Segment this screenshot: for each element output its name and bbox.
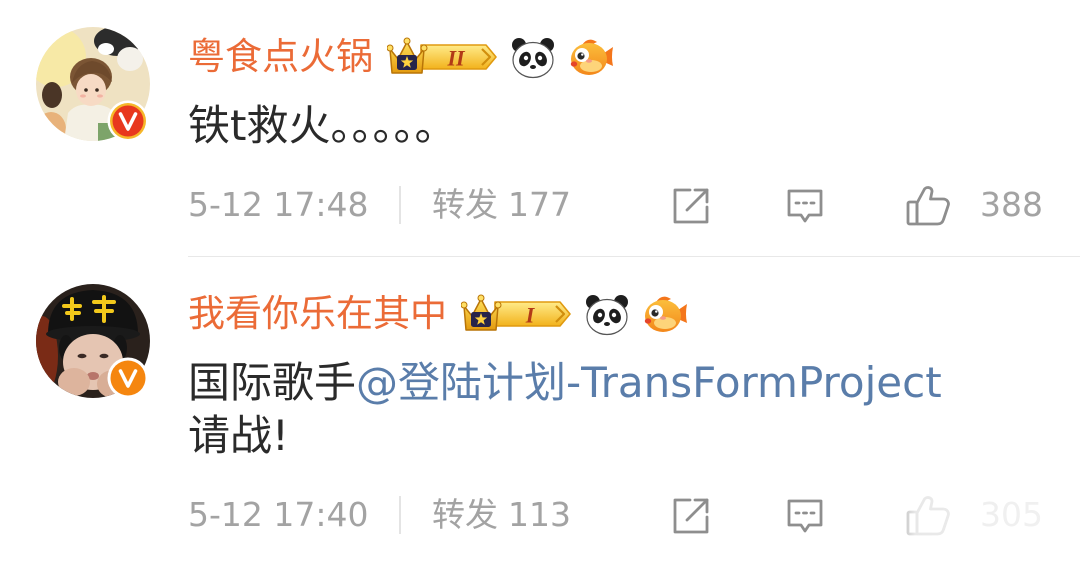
verified-badge-icon xyxy=(107,357,149,399)
share-button[interactable] xyxy=(670,495,712,537)
comment-text-segment: 国际歌手 xyxy=(188,358,357,407)
repost-label: 转发 xyxy=(432,185,498,224)
timestamp: 5-12 17:40 xyxy=(188,495,369,534)
crown-badge-icon: I xyxy=(461,293,573,335)
comment-text: 铁t救火。。。。。 xyxy=(188,99,1080,152)
panda-icon xyxy=(584,292,630,336)
watermark-overlay xyxy=(884,492,1080,561)
comment-item: 粤食点火锅 II 铁t救火。。。。。 5-12 17:48 转发 177 388 xyxy=(0,0,1080,257)
timestamp: 5-12 17:48 xyxy=(188,185,369,224)
comment-icon xyxy=(787,189,823,223)
crown-badge-icon: II xyxy=(387,36,499,78)
repost-label: 转发 xyxy=(432,495,498,534)
comment-text: 国际歌手@登陆计划-TransFormProject 请战! xyxy=(188,356,1080,462)
repost-stat: 转发 177 xyxy=(432,185,571,225)
comment-list: 粤食点火锅 II 铁t救火。。。。。 5-12 17:48 转发 177 388… xyxy=(0,0,1080,561)
repost-count: 113 xyxy=(508,495,571,534)
fan-level-text: I xyxy=(525,303,536,328)
comment-footer: 5-12 17:48 转发 177 388 xyxy=(188,182,1080,228)
share-icon xyxy=(673,498,709,534)
comment-icon xyxy=(787,499,823,533)
comment-text-line: 铁t救火。。。。。 xyxy=(188,101,457,150)
comment-text-line: 请战! xyxy=(188,411,289,460)
like-icon xyxy=(906,186,950,226)
mention-link[interactable]: @登陆计划-TransFormProject xyxy=(356,358,942,407)
comment-header: 粤食点火锅 II xyxy=(188,35,1080,79)
comment-button[interactable] xyxy=(784,185,826,227)
like-count: 388 xyxy=(980,185,1043,224)
comment-button[interactable] xyxy=(784,495,826,537)
like-button[interactable]: 388 xyxy=(905,182,1045,228)
comment-body: 粤食点火锅 II 铁t救火。。。。。 5-12 17:48 转发 177 388 xyxy=(188,0,1080,257)
share-button[interactable] xyxy=(670,185,712,227)
comment-header: 我看你乐在其中 I xyxy=(188,292,1080,336)
fish-icon xyxy=(640,292,688,336)
share-icon xyxy=(673,188,709,224)
fish-icon xyxy=(566,35,614,79)
footer-divider xyxy=(399,496,401,534)
avatar[interactable] xyxy=(36,284,150,399)
footer-divider xyxy=(399,186,401,224)
repost-count: 177 xyxy=(508,185,571,224)
comment-text-line: 国际歌手@登陆计划-TransFormProject xyxy=(188,356,1080,409)
repost-stat: 转发 113 xyxy=(432,495,571,535)
username-link[interactable]: 我看你乐在其中 xyxy=(188,292,447,336)
username-link[interactable]: 粤食点火锅 xyxy=(188,35,373,79)
avatar[interactable] xyxy=(36,27,150,142)
panda-icon xyxy=(510,35,556,79)
verified-badge-icon xyxy=(107,100,149,142)
fan-level-text: II xyxy=(446,46,466,71)
